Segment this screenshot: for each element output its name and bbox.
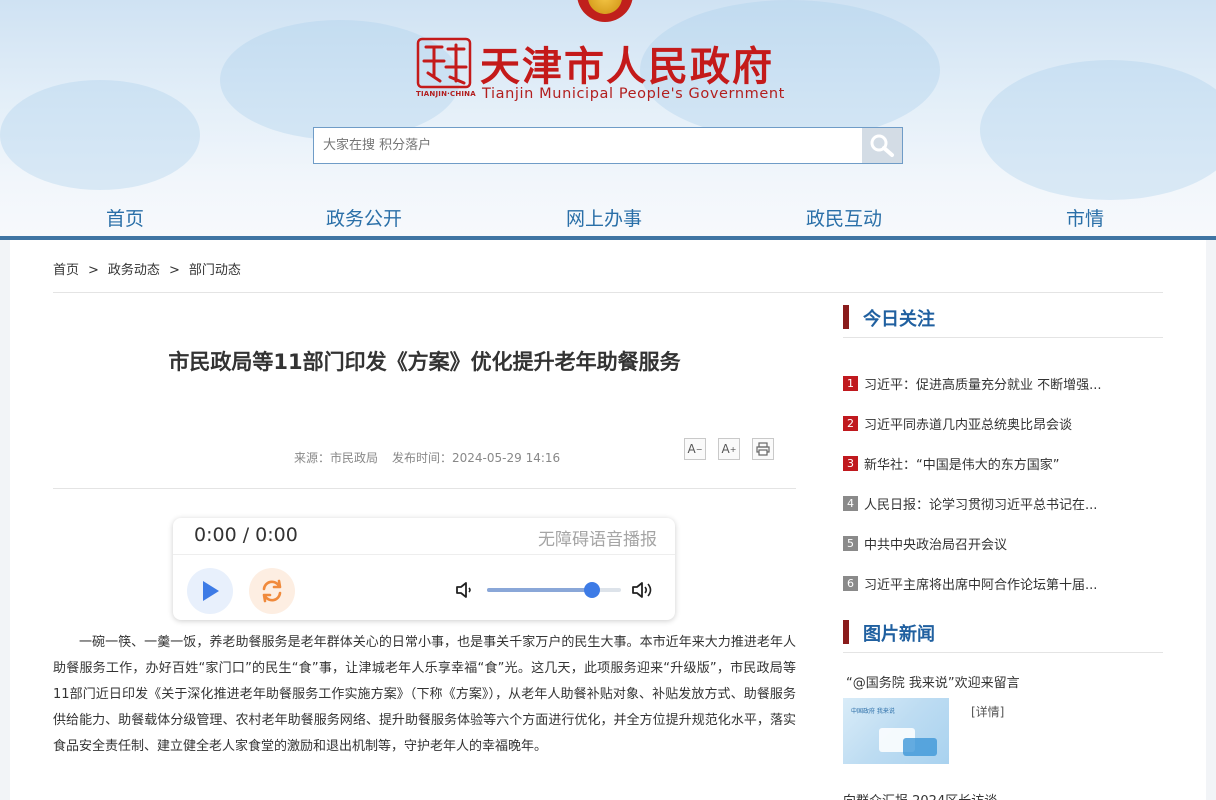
volume-fill <box>487 588 592 592</box>
list-item[interactable]: 向群众汇报 2024区长访谈 <box>843 790 997 800</box>
site-header: TIANJIN·CHINA 天津市人民政府 Tianjin Municipal … <box>0 0 1216 237</box>
font-increase-button[interactable]: A + <box>718 438 740 460</box>
player-time: 0:00 / 0:00 <box>194 524 298 546</box>
search-input[interactable] <box>314 128 862 163</box>
site-subtitle: Tianjin Municipal People's Government <box>482 86 785 102</box>
article-title: 市民政局等11部门印发《方案》优化提升老年助餐服务 <box>168 350 681 374</box>
volume-low-icon[interactable] <box>455 580 473 604</box>
article-meta: 来源：市民政局 发布时间：2024-05-29 14:16 <box>294 449 560 466</box>
font-decrease-button[interactable]: A − <box>684 438 706 460</box>
rank-badge: 5 <box>843 536 858 551</box>
nav-gov-affairs[interactable]: 政务公开 <box>326 204 402 231</box>
nav-interaction[interactable]: 政民互动 <box>806 204 882 231</box>
section-marker <box>843 305 849 329</box>
breadcrumb: 首页 > 政务动态 > 部门动态 <box>53 259 241 278</box>
thumbnail-card <box>903 738 937 756</box>
breadcrumb-dept-news[interactable]: 部门动态 <box>189 263 241 278</box>
header-cloud <box>0 80 200 190</box>
list-item[interactable]: 1 习近平：促进高质量充分就业 不断增强... <box>843 373 1163 393</box>
plus-sign-icon: + <box>729 444 737 454</box>
nav-city-info[interactable]: 市情 <box>1066 204 1104 231</box>
list-item-link[interactable]: 中共中央政治局召开会议 <box>864 534 1163 553</box>
nav-home[interactable]: 首页 <box>106 204 144 231</box>
article-publish-time: 发布时间：2024-05-29 14:16 <box>392 451 561 465</box>
player-label: 无障碍语音播报 <box>538 530 657 550</box>
seal-caption: TIANJIN·CHINA <box>416 90 476 98</box>
list-item-link[interactable]: 人民日报：论学习贯彻习近平总书记在... <box>864 494 1163 513</box>
breadcrumb-separator: > <box>168 263 180 278</box>
list-item-link[interactable]: 习近平主席将出席中阿合作论坛第十届... <box>864 574 1163 593</box>
photo-news-caption[interactable]: “@国务院 我来说”欢迎来留言 <box>846 672 1020 691</box>
play-button[interactable] <box>187 568 233 614</box>
divider <box>53 488 796 489</box>
player-divider <box>173 554 675 555</box>
rank-badge: 2 <box>843 416 858 431</box>
tianjin-seal-icon <box>416 37 472 89</box>
main-nav: 首页 政务公开 网上办事 政民互动 市情 <box>0 200 1216 237</box>
list-item-link[interactable]: 习近平同赤道几内亚总统奥比昂会谈 <box>864 414 1163 433</box>
nav-online-services[interactable]: 网上办事 <box>566 204 642 231</box>
today-focus-title: 今日关注 <box>863 309 935 330</box>
rank-badge: 3 <box>843 456 858 471</box>
rank-badge: 4 <box>843 496 858 511</box>
list-item[interactable]: 2 习近平同赤道几内亚总统奥比昂会谈 <box>843 413 1163 433</box>
divider <box>53 292 1163 293</box>
rank-badge: 1 <box>843 376 858 391</box>
site-title[interactable]: 天津市人民政府 <box>480 34 774 92</box>
volume-knob[interactable] <box>583 582 600 598</box>
search-box <box>313 127 903 164</box>
header-cloud <box>980 60 1216 200</box>
list-item[interactable]: 3 新华社：“中国是伟大的东方国家” <box>843 453 1163 473</box>
search-icon <box>870 134 894 157</box>
list-item[interactable]: 5 中共中央政治局召开会议 <box>843 533 1163 553</box>
rank-badge: 6 <box>843 576 858 591</box>
printer-icon <box>756 442 770 456</box>
volume-slider[interactable] <box>487 582 621 598</box>
audio-player: 0:00 / 0:00 无障碍语音播报 <box>173 518 675 620</box>
list-item-link[interactable]: 习近平：促进高质量充分就业 不断增强... <box>864 374 1163 393</box>
list-item[interactable]: 6 习近平主席将出席中阿合作论坛第十届... <box>843 573 1163 593</box>
photo-news-thumbnail[interactable]: 中国政府 我来说 <box>843 698 949 764</box>
article-body: 一碗一筷、一羹一饭，养老助餐服务是老年群体关心的日常小事，也是事关千家万户的民生… <box>53 635 796 754</box>
volume-high-icon[interactable] <box>631 579 657 605</box>
print-button[interactable] <box>752 438 774 460</box>
national-emblem-icon <box>577 0 633 22</box>
list-item[interactable]: 4 人民日报：论学习贯彻习近平总书记在... <box>843 493 1163 513</box>
minus-sign-icon: − <box>695 444 703 454</box>
loop-button[interactable] <box>249 568 295 614</box>
breadcrumb-gov-news[interactable]: 政务动态 <box>108 263 160 278</box>
article-source: 来源：市民政局 <box>294 451 379 465</box>
photo-news-title: 图片新闻 <box>863 624 935 645</box>
search-button[interactable] <box>862 128 902 163</box>
breadcrumb-home[interactable]: 首页 <box>53 263 79 278</box>
section-marker <box>843 620 849 644</box>
loop-icon <box>262 579 282 603</box>
list-item-link[interactable]: 新华社：“中国是伟大的东方国家” <box>864 454 1163 473</box>
photo-news-more-link[interactable]: [详情] <box>971 703 1004 720</box>
photo-news-header: 图片新闻 <box>843 617 1163 653</box>
today-focus-header: 今日关注 <box>843 302 1163 338</box>
breadcrumb-separator: > <box>88 263 99 278</box>
content-panel: 首页 > 政务动态 > 部门动态 市民政局等11部门印发《方案》优化提升老年助餐服务 来… <box>10 240 1206 800</box>
thumbnail-label: 中国政府 我来说 <box>851 708 895 715</box>
play-icon <box>203 581 219 601</box>
